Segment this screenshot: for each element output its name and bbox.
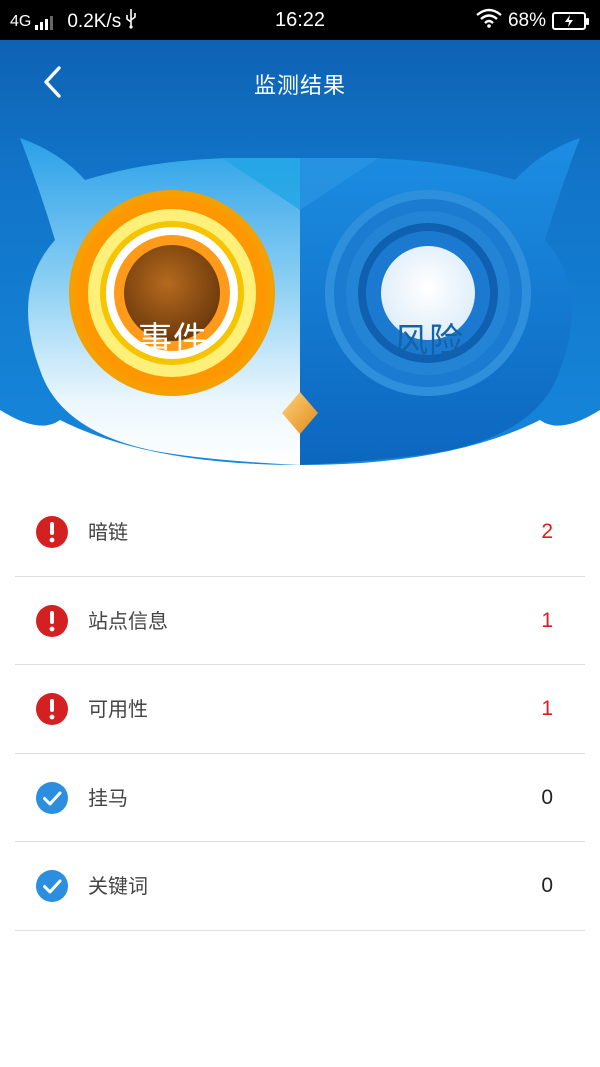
wifi-icon [476,8,502,34]
list-item-label: 挂马 [88,785,128,810]
header: 监测结果 事件 风险 [0,40,600,480]
list-item-count: 2 [541,520,553,543]
results-list: 暗链 2 站点信息 1 可用性 1 挂马 0 关键词 0 [15,488,585,931]
battery-percent: 68% [507,10,546,31]
list-item-count: 0 [541,874,553,897]
list-item-label: 可用性 [88,697,148,721]
alert-icon [36,693,68,725]
battery-icon [552,12,589,30]
list-item-count: 0 [541,785,553,809]
page-title: 监测结果 [253,74,346,99]
nav-bar: 监测结果 [0,40,600,128]
list-item[interactable]: 挂马 0 [15,754,585,842]
list-item-label: 站点信息 [88,608,168,633]
list-item[interactable]: 可用性 1 [15,665,585,754]
list-item-label: 暗链 [88,520,128,544]
risk-circle-label[interactable]: 风险 [379,313,479,362]
check-icon [36,870,68,902]
alert-icon [36,516,68,548]
status-right: 68% [476,8,589,34]
list-item-count: 1 [541,697,553,720]
check-icon [36,781,68,814]
list-item[interactable]: 站点信息 1 [15,577,585,665]
list-item-count: 1 [541,608,553,632]
list-item-label: 关键词 [88,874,148,898]
list-item[interactable]: 暗链 2 [15,488,585,577]
alert-icon [36,604,68,637]
event-circle-label[interactable]: 事件 [123,312,223,361]
list-item[interactable]: 关键词 0 [15,842,585,931]
status-bar: 4G 0.2K/s 16:22 68% [0,0,600,40]
